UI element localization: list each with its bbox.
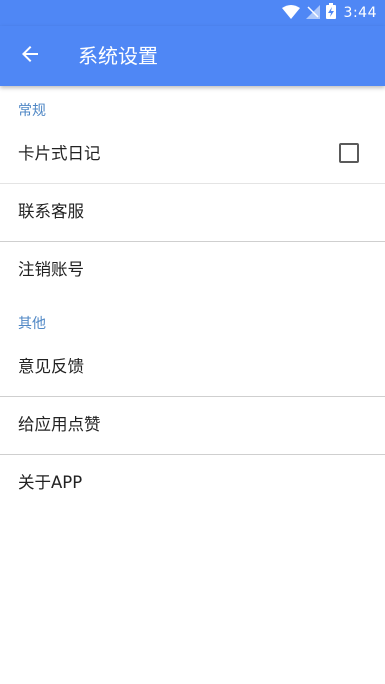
signal-icon (305, 4, 320, 23)
pref-about-app[interactable]: 关于APP (0, 455, 385, 512)
pref-rate-app[interactable]: 给应用点赞 (0, 397, 385, 454)
section-header-general: 常规 (0, 86, 385, 126)
section-header-other: 其他 (0, 299, 385, 339)
page-title: 系统设置 (78, 44, 158, 68)
pref-contact-support[interactable]: 联系客服 (0, 184, 385, 241)
pref-about-app-label: 关于APP (18, 473, 83, 492)
section-header-label: 常规 (18, 103, 46, 119)
status-icons: 3:44 (281, 3, 377, 23)
pref-feedback[interactable]: 意见反馈 (0, 339, 385, 396)
card-diary-checkbox[interactable] (339, 143, 359, 163)
app-bar: 系统设置 (0, 26, 385, 86)
pref-contact-support-label: 联系客服 (18, 202, 84, 221)
pref-card-diary[interactable]: 卡片式日记 (0, 126, 385, 183)
pref-delete-account[interactable]: 注销账号 (0, 242, 385, 299)
section-header-label: 其他 (18, 316, 46, 332)
settings-list: 常规 卡片式日记 联系客服 注销账号 其他 意见反馈 给应用点赞 关于APP (0, 86, 385, 512)
pref-card-diary-label: 卡片式日记 (18, 144, 101, 163)
status-time: 3:44 (343, 5, 377, 21)
arrow-back-icon (20, 44, 40, 68)
pref-rate-app-label: 给应用点赞 (18, 415, 101, 434)
status-bar: 3:44 (0, 0, 385, 26)
battery-icon (325, 3, 336, 23)
wifi-icon (281, 4, 300, 23)
back-button[interactable] (14, 40, 46, 72)
pref-delete-account-label: 注销账号 (18, 260, 84, 279)
pref-feedback-label: 意见反馈 (18, 357, 84, 376)
